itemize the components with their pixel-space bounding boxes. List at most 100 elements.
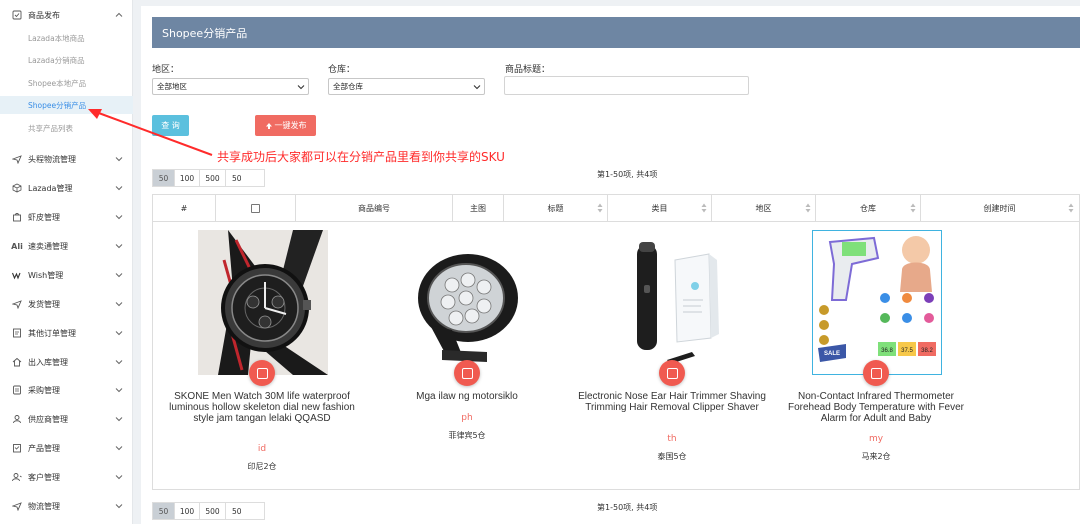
chevron-down-icon: [115, 331, 123, 336]
sale-badge: SALE: [824, 351, 840, 357]
region-select[interactable]: 全部地区: [152, 78, 309, 95]
region-select-value: 全部地区: [157, 82, 187, 91]
document-icon: [12, 328, 22, 338]
sidebar-group-purchasing[interactable]: 采购管理: [0, 381, 133, 399]
sidebar-group-product-publish[interactable]: 商品发布: [0, 6, 133, 24]
sidebar-group-aliexpress[interactable]: Ali 速卖通管理: [0, 237, 133, 255]
box-icon: [12, 183, 22, 193]
column-created-time[interactable]: 创建时间: [921, 195, 1078, 221]
sidebar-item-shared-products[interactable]: 共享产品列表: [0, 119, 133, 137]
sidebar-group-customers[interactable]: 客户管理: [0, 468, 133, 486]
sidebar-group-logistics[interactable]: 物流管理: [0, 497, 133, 515]
select-product-button[interactable]: [659, 360, 685, 386]
select-all-checkbox[interactable]: [251, 203, 260, 213]
motorcycle-light-image: [402, 230, 532, 375]
home-icon: [12, 357, 22, 367]
sidebar-group-suppliers[interactable]: 供应商管理: [0, 410, 133, 428]
column-label: 类目: [651, 203, 668, 213]
page-size-input[interactable]: 50: [226, 170, 264, 186]
chevron-down-icon: [115, 360, 123, 365]
sidebar-group-warehouse-io[interactable]: 出入库管理: [0, 353, 133, 371]
page-size-50[interactable]: 50: [153, 170, 175, 186]
page-size-input[interactable]: 50: [226, 503, 264, 519]
sidebar-group-shopee[interactable]: 虾皮管理: [0, 208, 133, 226]
select-product-button[interactable]: [454, 360, 480, 386]
column-warehouse[interactable]: 仓库: [816, 195, 921, 221]
sidebar-item-label: Lazada分销商品: [28, 55, 85, 65]
sidebar-item-shopee-local[interactable]: Shopee本地产品: [0, 74, 133, 92]
select-product-button[interactable]: [249, 360, 275, 386]
query-button[interactable]: 查 询: [152, 115, 189, 136]
page-info-bottom: 第1-50项, 共4项: [597, 503, 658, 512]
plane-icon: [12, 154, 22, 164]
column-index: #: [153, 195, 216, 221]
sidebar-group-other-orders[interactable]: 其他订单管理: [0, 324, 133, 342]
one-click-publish-button[interactable]: 一键发布: [255, 115, 316, 136]
sidebar-group-products[interactable]: 产品管理: [0, 439, 133, 457]
select-product-button[interactable]: [863, 360, 889, 386]
page-size-500[interactable]: 500: [200, 170, 226, 186]
product-title: Mga ilaw ng motorsiklo: [416, 391, 518, 402]
sidebar-item-shopee-distribution[interactable]: Shopee分销产品: [0, 96, 133, 114]
product-title-input[interactable]: [504, 76, 749, 95]
sidebar-group-label: 客户管理: [28, 472, 60, 482]
product-grid: SKONE Men Watch 30M life waterproof lumi…: [152, 222, 1080, 490]
reading-low-fever: 37.5: [901, 348, 913, 354]
chevron-down-icon: [297, 85, 305, 90]
product-card[interactable]: SKONE Men Watch 30M life waterproof lumi…: [167, 230, 357, 480]
column-label: 商品编号: [358, 203, 390, 213]
sort-icon: [701, 203, 707, 213]
chevron-down-icon: [115, 417, 123, 422]
product-region: th: [667, 434, 677, 444]
chevron-down-icon: [115, 504, 123, 509]
sidebar-item-label: Shopee本地产品: [28, 78, 87, 88]
product-card[interactable]: Mga ilaw ng motorsiklo ph 菲律宾5仓: [372, 230, 562, 480]
sort-icon: [910, 203, 916, 213]
sidebar-item-lazada-distribution[interactable]: Lazada分销商品: [0, 51, 133, 69]
plane-icon: [12, 299, 22, 309]
checklist-icon: [12, 10, 22, 20]
warehouse-select[interactable]: 全部仓库: [328, 78, 485, 95]
column-category[interactable]: 类目: [608, 195, 712, 221]
page-size-100[interactable]: 100: [175, 170, 200, 186]
sidebar-group-label: 商品发布: [28, 10, 60, 20]
watch-image: [198, 230, 328, 375]
column-label: 主图: [470, 203, 486, 213]
sidebar-group-shipping[interactable]: 发货管理: [0, 295, 133, 313]
reading-high-fever: 38.2: [921, 348, 933, 354]
sidebar-item-lazada-local[interactable]: Lazada本地商品: [0, 29, 133, 47]
sidebar-group-wish[interactable]: Wish管理: [0, 266, 133, 284]
page-size-selector-bottom: 50 100 500 50: [152, 502, 265, 520]
page-size-500[interactable]: 500: [200, 503, 226, 519]
product-warehouse: 菲律宾5仓: [448, 431, 486, 440]
chevron-down-icon: [115, 388, 123, 393]
sidebar-group-label: 产品管理: [28, 443, 60, 453]
sidebar-group-lazada[interactable]: Lazada管理: [0, 179, 133, 197]
column-label: 创建时间: [983, 203, 1016, 213]
page-info-top: 第1-50项, 共4项: [597, 170, 658, 179]
product-card[interactable]: 36.8 37.5 38.2 SALE Non-Contact Infrared…: [781, 229, 971, 480]
column-region[interactable]: 地区: [712, 195, 816, 221]
column-label: 地区: [755, 203, 772, 213]
query-button-label: 查 询: [161, 121, 180, 130]
checkbox-icon: [256, 367, 268, 379]
sort-icon: [597, 203, 603, 213]
thermometer-image: 36.8 37.5 38.2 SALE: [811, 229, 943, 376]
chevron-down-icon: [115, 475, 123, 480]
product-card[interactable]: Electronic Nose Ear Hair Trimmer Shaving…: [577, 230, 767, 480]
product-warehouse: 泰国5仓: [657, 452, 687, 461]
ali-icon: Ali: [11, 241, 23, 251]
sidebar-group-first-leg-logistics[interactable]: 头程物流管理: [0, 150, 133, 168]
column-title[interactable]: 标题: [504, 195, 608, 221]
page-size-100[interactable]: 100: [175, 503, 200, 519]
page-size-50[interactable]: 50: [153, 503, 175, 519]
product-region: my: [868, 434, 884, 444]
user-icon: [12, 472, 22, 482]
checkbox-icon: [461, 367, 473, 379]
table-header: # 商品编号 主图 标题 类目 地区 仓库 创建时间: [152, 194, 1080, 222]
wish-icon: [12, 270, 22, 280]
product-title: Electronic Nose Ear Hair Trimmer Shaving…: [578, 391, 766, 413]
cart-icon: [12, 385, 22, 395]
sidebar-group-label: Wish管理: [28, 270, 64, 280]
sidebar-item-label: Shopee分销产品: [28, 100, 87, 110]
